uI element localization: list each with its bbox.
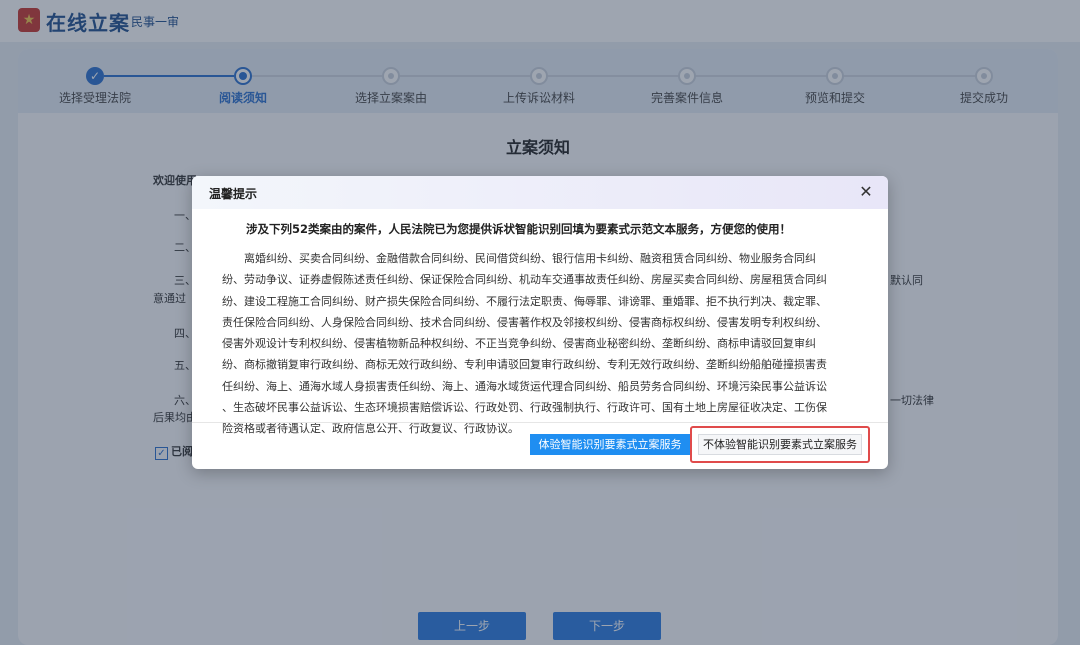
case-cause-line: 纷、建设工程施工合同纠纷、财产损失保险合同纠纷、不履行法定职责、侮辱罪、诽谤罪、… bbox=[222, 294, 827, 308]
experience-smart-filing-button[interactable]: 体验智能识别要素式立案服务 bbox=[530, 434, 690, 455]
case-cause-line: 、生态破坏民事公益诉讼、生态环境损害赔偿诉讼、行政处罚、行政强制执行、行政许可、… bbox=[222, 401, 827, 415]
case-cause-line: 任纠纷、海上、通海水域人身损害责任纠纷、海上、通海水域货运代理合同纠纷、船员劳务… bbox=[222, 379, 827, 393]
dialog-headline: 涉及下列52类案由的案件，人民法院已为您提供诉状智能识别回填为要素式示范文本服务… bbox=[246, 222, 791, 236]
highlight-frame: 不体验智能识别要素式立案服务 bbox=[690, 426, 870, 463]
case-cause-line: 侵害外观设计专利权纠纷、侵害植物新品种权纠纷、不正当竞争纠纷、侵害商业秘密纠纷、… bbox=[222, 337, 816, 351]
skip-smart-filing-button[interactable]: 不体验智能识别要素式立案服务 bbox=[698, 434, 862, 455]
case-cause-line: 离婚纠纷、买卖合同纠纷、金融借款合同纠纷、民间借贷纠纷、银行信用卡纠纷、融资租赁… bbox=[244, 252, 816, 265]
tip-dialog: 温馨提示 ✕ 涉及下列52类案由的案件，人民法院已为您提供诉状智能识别回填为要素… bbox=[192, 176, 888, 469]
close-icon[interactable]: ✕ bbox=[856, 182, 876, 202]
dialog-body: 离婚纠纷、买卖合同纠纷、金融借款合同纠纷、民间借贷纠纷、银行信用卡纠纷、融资租赁… bbox=[222, 248, 860, 440]
case-cause-line: 纷、商标撤销复审行政纠纷、商标无效行政纠纷、专利申请驳回复审行政纠纷、专利无效行… bbox=[222, 358, 827, 372]
case-cause-line: 纷、劳动争议、证券虚假陈述责任纠纷、保证保险合同纠纷、机动车交通事故责任纠纷、房… bbox=[222, 273, 827, 287]
dialog-title: 温馨提示 bbox=[209, 187, 258, 201]
dialog-divider bbox=[192, 422, 888, 423]
case-cause-line: 责任保险合同纠纷、人身保险合同纠纷、技术合同纠纷、侵害著作权及邻接权纠纷、侵害商… bbox=[222, 315, 827, 329]
dialog-header: 温馨提示 ✕ bbox=[192, 176, 888, 209]
